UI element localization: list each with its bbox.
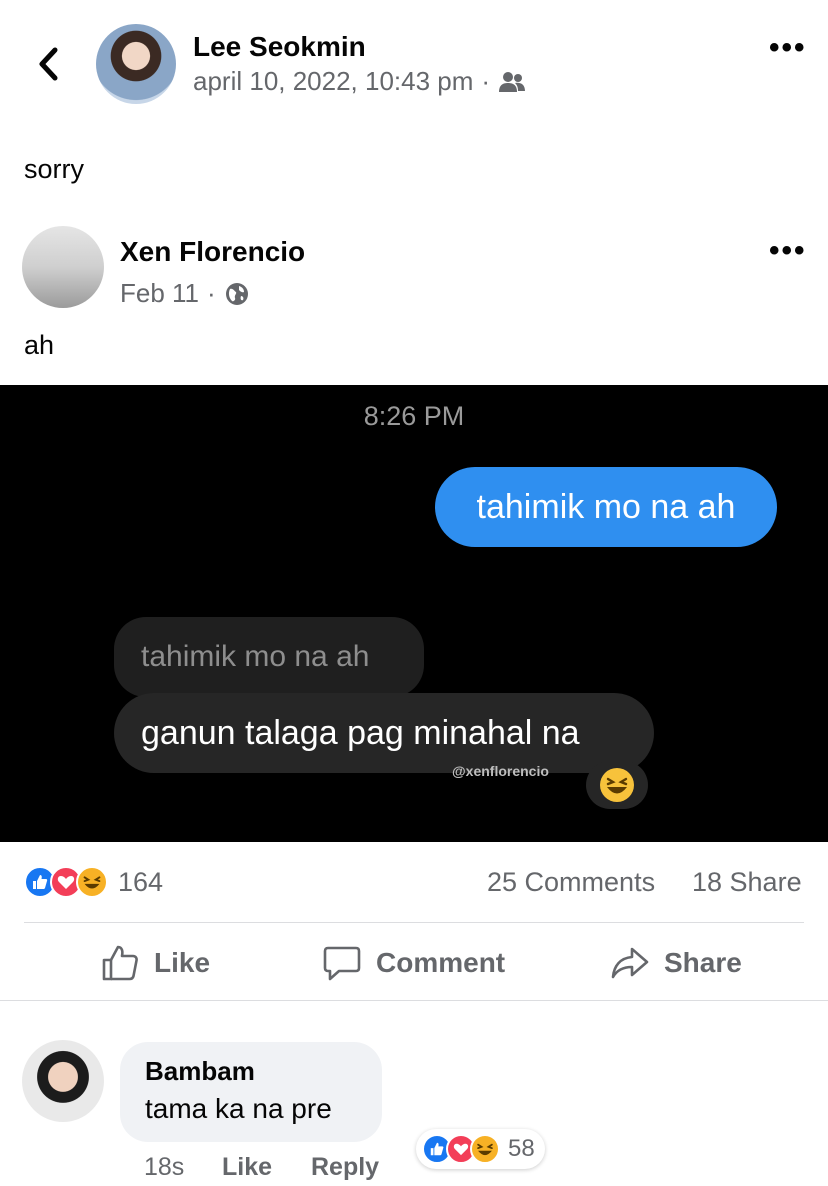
- comment-button[interactable]: Comment: [322, 940, 505, 986]
- share-arrow-icon: [611, 947, 649, 979]
- comment-like-button[interactable]: Like: [222, 1153, 272, 1182]
- back-chevron-icon: [39, 47, 58, 81]
- haha-reaction-icon: [470, 1134, 500, 1164]
- chat-timestamp: 8:26 PM: [363, 401, 465, 431]
- friends-audience-icon[interactable]: [498, 71, 526, 93]
- post-more-options-icon[interactable]: •••: [769, 31, 807, 65]
- like-button-label: Like: [154, 947, 211, 978]
- image-watermark: @xenflorencio: [452, 763, 549, 779]
- like-button[interactable]: Like: [100, 940, 210, 986]
- shared-more-options-icon[interactable]: •••: [769, 234, 807, 268]
- thumbs-up-icon: [102, 945, 138, 981]
- haha-reaction-icon: [76, 866, 108, 898]
- avatar[interactable]: [96, 24, 176, 104]
- shared-author-name[interactable]: Xen Florencio: [120, 236, 305, 268]
- globe-icon[interactable]: [224, 281, 250, 307]
- shared-avatar[interactable]: [22, 226, 104, 308]
- commenter-name[interactable]: Bambam: [145, 1056, 382, 1087]
- post-timestamp[interactable]: april 10, 2022, 10:43 pm: [193, 66, 473, 97]
- reaction-count: 164: [118, 866, 164, 897]
- back-button[interactable]: [30, 40, 66, 88]
- shared-post-text: ah: [24, 330, 55, 360]
- commenter-avatar[interactable]: [22, 1040, 104, 1122]
- share-button-label: Share: [664, 947, 742, 978]
- message-reaction: [586, 761, 648, 809]
- shares-count[interactable]: 18 Share: [692, 867, 802, 898]
- comment-reply-button[interactable]: Reply: [311, 1153, 379, 1182]
- post-text: sorry: [24, 154, 84, 184]
- comment-icon: [323, 946, 361, 981]
- divider: [0, 1000, 828, 1001]
- reactions-summary[interactable]: 164: [24, 866, 163, 898]
- post-author-name[interactable]: Lee Seokmin: [193, 31, 366, 63]
- sent-message-bubble: tahimik mo na ah: [435, 467, 777, 547]
- comment-time: 18s: [144, 1153, 185, 1181]
- shared-meta: Feb 11 ·: [120, 278, 250, 309]
- shared-photo[interactable]: [0, 385, 828, 842]
- quoted-message-bubble: tahimik mo na ah: [114, 617, 424, 697]
- shared-timestamp[interactable]: Feb 11: [120, 278, 199, 309]
- comment-reaction-count: 58: [508, 1135, 535, 1162]
- post-meta: april 10, 2022, 10:43 pm ·: [193, 66, 526, 97]
- comment-bubble[interactable]: Bambam tama ka na pre: [120, 1042, 382, 1142]
- comment-reactions[interactable]: 58: [416, 1129, 545, 1169]
- comment-button-label: Comment: [376, 947, 506, 978]
- reaction-icons: [24, 866, 108, 898]
- comments-count[interactable]: 25 Comments: [487, 867, 655, 898]
- share-button[interactable]: Share: [610, 940, 742, 986]
- divider: [24, 922, 804, 923]
- comment-text: tama ka na pre: [145, 1093, 332, 1124]
- reply-message-bubble: ganun talaga pag minahal na: [114, 693, 654, 773]
- meta-separator: ·: [207, 278, 216, 308]
- haha-emoji-icon: [600, 768, 634, 802]
- reaction-icons: [422, 1134, 500, 1164]
- meta-separator: ·: [481, 66, 491, 96]
